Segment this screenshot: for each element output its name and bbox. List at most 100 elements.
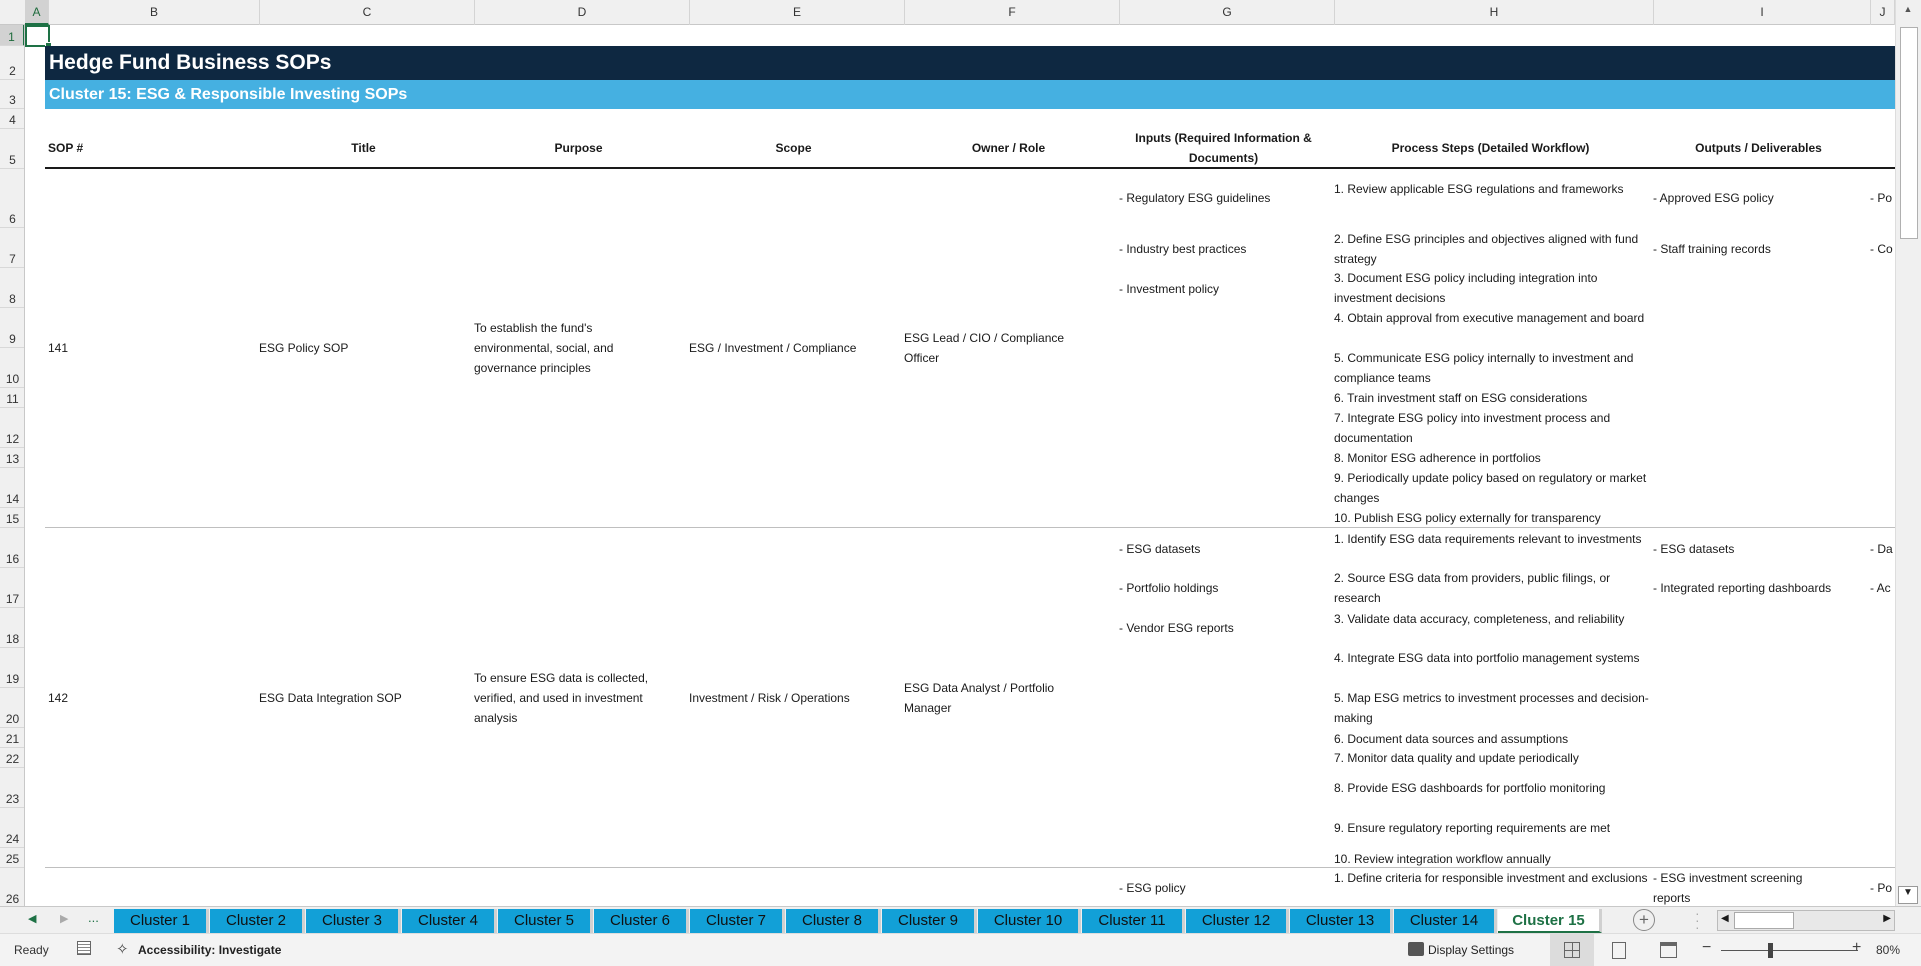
row-header-3[interactable]: 3 <box>0 80 24 109</box>
sop-title[interactable]: ESG Policy SOP <box>256 169 471 527</box>
row-header-15[interactable]: 15 <box>0 508 24 528</box>
horizontal-scroll-thumb[interactable] <box>1734 912 1794 929</box>
row-header-16[interactable]: 16 <box>0 528 24 568</box>
zoom-level[interactable]: 80% <box>1876 943 1900 957</box>
row-header-20[interactable]: 20 <box>0 688 24 728</box>
tab-cluster-7[interactable]: Cluster 7 <box>690 909 785 933</box>
active-cell-a1[interactable] <box>25 25 52 49</box>
input-item: - Investment policy <box>1119 282 1220 296</box>
tab-cluster-4[interactable]: Cluster 4 <box>402 909 497 933</box>
display-settings-icon[interactable] <box>1408 942 1424 956</box>
column-header-a[interactable]: A <box>25 0 49 25</box>
scroll-right-icon[interactable]: ▶ <box>1883 913 1891 924</box>
row-header-12[interactable]: 12 <box>0 408 24 448</box>
sop-number[interactable]: 142 <box>45 528 256 867</box>
sop-purpose[interactable]: To ensure ESG data is collected, verifie… <box>471 528 651 867</box>
sop-scope[interactable]: Investment / Risk / Operations <box>686 528 901 867</box>
process-step: 10. Review integration workflow annually <box>1334 852 1551 866</box>
sop-owner[interactable]: ESG Lead / CIO / Compliance Officer <box>901 169 1091 527</box>
accessibility-status[interactable]: Accessibility: Investigate <box>138 943 281 957</box>
sop-title[interactable]: ESG Data Integration SOP <box>256 528 471 867</box>
worksheet-grid[interactable]: Hedge Fund Business SOPs Cluster 15: ESG… <box>25 25 1895 906</box>
page-layout-view-icon[interactable] <box>1612 942 1626 959</box>
column-header-d[interactable]: D <box>475 0 690 25</box>
sop-owner[interactable]: ESG Data Analyst / Portfolio Manager <box>901 528 1091 867</box>
zoom-slider[interactable] <box>1721 950 1858 951</box>
scroll-down-icon[interactable]: ▼ <box>1898 886 1918 904</box>
row-header-26[interactable]: 26 <box>0 868 24 906</box>
tab-cluster-5[interactable]: Cluster 5 <box>498 909 593 933</box>
row-header-8[interactable]: 8 <box>0 268 24 308</box>
horizontal-scrollbar[interactable]: ◀ ▶ <box>1717 910 1895 931</box>
output-item: - ESG datasets <box>1653 542 1735 556</box>
process-step: 5. Map ESG metrics to investment process… <box>1334 691 1649 725</box>
tab-cluster-1[interactable]: Cluster 1 <box>114 909 209 933</box>
column-header-b[interactable]: B <box>49 0 260 25</box>
row-header-1[interactable]: 1 <box>0 25 24 46</box>
tab-cluster-15[interactable]: Cluster 15 <box>1498 909 1602 933</box>
tab-cluster-6[interactable]: Cluster 6 <box>594 909 689 933</box>
normal-view-button[interactable] <box>1550 934 1594 966</box>
tab-cluster-8[interactable]: Cluster 8 <box>786 909 881 933</box>
row-header-9[interactable]: 9 <box>0 308 24 348</box>
zoom-out-button[interactable]: − <box>1702 939 1711 957</box>
row-header-18[interactable]: 18 <box>0 608 24 648</box>
column-header-c[interactable]: C <box>260 0 475 25</box>
status-bar: Ready ✧ Accessibility: Investigate Displ… <box>0 933 1921 966</box>
sop-purpose[interactable]: To establish the fund's environmental, s… <box>471 169 651 527</box>
page-break-view-icon[interactable] <box>1660 942 1677 958</box>
row-header-13[interactable]: 13 <box>0 448 24 468</box>
process-step: 3. Validate data accuracy, completeness,… <box>1334 612 1625 626</box>
macro-record-icon[interactable] <box>77 941 91 955</box>
column-header-f[interactable]: F <box>905 0 1120 25</box>
row-header-17[interactable]: 17 <box>0 568 24 608</box>
tab-split-handle[interactable]: · · · <box>1695 906 1700 934</box>
column-header-h[interactable]: H <box>1335 0 1654 25</box>
row-header-19[interactable]: 19 <box>0 648 24 688</box>
tab-cluster-3[interactable]: Cluster 3 <box>306 909 401 933</box>
vertical-scroll-thumb[interactable] <box>1900 27 1918 239</box>
header-purpose: Purpose <box>554 141 603 155</box>
process-step: 4. Obtain approval from executive manage… <box>1334 311 1645 325</box>
zoom-slider-thumb[interactable] <box>1768 943 1773 958</box>
row-header-21[interactable]: 21 <box>0 728 24 748</box>
tab-cluster-2[interactable]: Cluster 2 <box>210 909 305 933</box>
header-sop-number: SOP # <box>48 141 84 155</box>
vertical-scrollbar[interactable]: ▲ ▼ <box>1895 0 1921 906</box>
column-header-e[interactable]: E <box>690 0 905 25</box>
row-header-25[interactable]: 25 <box>0 848 24 868</box>
process-step: 1. Define criteria for responsible inves… <box>1334 871 1648 885</box>
row-header-10[interactable]: 10 <box>0 348 24 388</box>
display-settings-button[interactable]: Display Settings <box>1428 943 1514 957</box>
column-header-g[interactable]: G <box>1120 0 1335 25</box>
sop-number[interactable]: 141 <box>45 169 256 527</box>
row-header-2[interactable]: 2 <box>0 46 24 80</box>
column-header-j[interactable]: J <box>1871 0 1895 25</box>
scroll-left-icon[interactable]: ◀ <box>1721 913 1729 924</box>
tab-cluster-13[interactable]: Cluster 13 <box>1290 909 1393 933</box>
tab-cluster-11[interactable]: Cluster 11 <box>1082 909 1185 933</box>
tab-cluster-14[interactable]: Cluster 14 <box>1394 909 1497 933</box>
row-header-23[interactable]: 23 <box>0 768 24 808</box>
column-header-i[interactable]: I <box>1654 0 1871 25</box>
more-tabs-ellipsis[interactable]: ... <box>88 910 99 925</box>
add-sheet-icon[interactable]: + <box>1633 909 1655 931</box>
row-header-4[interactable]: 4 <box>0 109 24 129</box>
row-header-24[interactable]: 24 <box>0 808 24 848</box>
tab-cluster-10[interactable]: Cluster 10 <box>978 909 1081 933</box>
tab-cluster-9[interactable]: Cluster 9 <box>882 909 977 933</box>
tab-scroll-left-icon[interactable]: ◀ <box>28 912 36 925</box>
accessibility-icon[interactable]: ✧ <box>116 940 129 958</box>
tab-cluster-12[interactable]: Cluster 12 <box>1186 909 1289 933</box>
row-header-11[interactable]: 11 <box>0 388 24 408</box>
scroll-up-icon[interactable]: ▲ <box>1900 4 1916 18</box>
sop-scope[interactable]: ESG / Investment / Compliance <box>686 169 901 527</box>
tab-scroll-right-icon[interactable]: ▶ <box>60 912 68 925</box>
row-header-7[interactable]: 7 <box>0 228 24 268</box>
row-header-14[interactable]: 14 <box>0 468 24 508</box>
zoom-in-button[interactable]: + <box>1852 939 1861 957</box>
process-step: 8. Provide ESG dashboards for portfolio … <box>1334 781 1606 795</box>
row-header-5[interactable]: 5 <box>0 129 24 169</box>
row-header-6[interactable]: 6 <box>0 169 24 228</box>
row-header-22[interactable]: 22 <box>0 748 24 768</box>
